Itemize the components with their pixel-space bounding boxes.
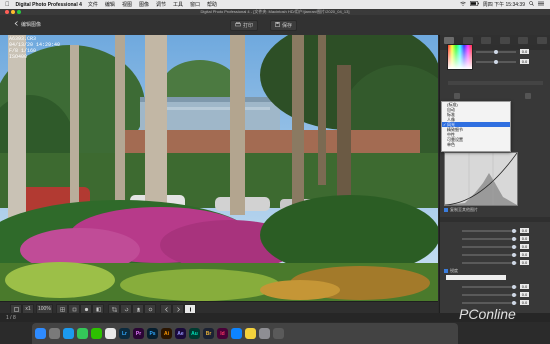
minimize-window-button[interactable] (11, 10, 15, 14)
shadow-value[interactable]: 0.0 (520, 252, 529, 257)
save-label: 保存 (282, 23, 293, 29)
sharpness-mode-select[interactable] (446, 275, 506, 280)
battery-icon[interactable] (469, 1, 479, 8)
tab-lens[interactable] (518, 36, 529, 44)
brightness-slider[interactable] (462, 229, 517, 233)
sharpness-value[interactable]: 0.0 (520, 284, 529, 289)
close-window-button[interactable] (5, 10, 9, 14)
pconline-watermark: PConline (459, 306, 516, 322)
tab-detail[interactable] (499, 36, 510, 44)
saturation-slider-top[interactable] (476, 60, 516, 64)
audition-icon[interactable]: Au (189, 328, 200, 339)
illustrator-icon[interactable]: Ai (161, 328, 172, 339)
color-tone-value[interactable]: 0.0 (520, 260, 529, 265)
print-label: 打印 (243, 23, 254, 29)
saturation-value-top[interactable]: 0.0 (520, 59, 529, 64)
menu-adjust[interactable]: 调节 (156, 1, 166, 8)
tab-color[interactable] (481, 36, 492, 44)
edit-image-button[interactable]: 编辑图像 (14, 21, 41, 28)
section-header-detail[interactable] (440, 217, 550, 222)
tone-left-icon[interactable] (454, 93, 460, 99)
photos-icon[interactable] (245, 328, 256, 339)
wechat-icon[interactable] (91, 328, 102, 339)
photo-image (0, 35, 438, 301)
fineness-slider[interactable] (462, 293, 517, 297)
menu-image[interactable]: 图像 (139, 1, 149, 8)
app-menu[interactable]: Digital Photo Professional 4 (16, 2, 82, 8)
menu-file[interactable]: 文件 (88, 1, 98, 8)
messages-icon[interactable] (77, 328, 88, 339)
style-option-monochrome[interactable]: 单色 (442, 142, 510, 147)
menu-bar:  Digital Photo Professional 4 文件 编辑 视图 … (0, 0, 550, 9)
shadow-slider[interactable] (462, 253, 517, 257)
menu-help[interactable]: 帮助 (207, 1, 217, 8)
app-store-icon[interactable] (231, 328, 242, 339)
safari-icon[interactable] (63, 328, 74, 339)
threshold-value[interactable]: 0.0 (520, 300, 529, 305)
indesign-icon[interactable]: Id (217, 328, 228, 339)
photoshop-icon[interactable]: Ps (147, 328, 158, 339)
picture-style-dropdown[interactable]: (标准) 自动 标准 人像 风光 精致细节 中性 可靠设置 单色 (441, 101, 511, 152)
save-button[interactable]: 保存 (270, 20, 298, 31)
color-wheel[interactable] (447, 44, 473, 70)
lightroom-icon[interactable]: Lr (119, 328, 130, 339)
main-toolbar: 编辑图像 打印 保存 (0, 15, 550, 36)
tab-crop[interactable] (536, 36, 547, 44)
hue-slider[interactable] (476, 50, 516, 54)
photo-info-overlay: A6393.CR3 04/13/20 14:29:40 F/8 1/160 IS… (9, 36, 60, 60)
print-button[interactable]: 打印 (230, 20, 259, 31)
chrome-icon[interactable] (105, 328, 116, 339)
contrast-value[interactable]: 0.0 (520, 236, 529, 241)
edit-image-label: 编辑图像 (21, 22, 42, 28)
image-viewer[interactable]: A6393.CR3 04/13/20 14:29:40 F/8 1/160 IS… (0, 35, 438, 301)
printer-icon (235, 22, 241, 29)
back-arrow-icon (14, 21, 19, 28)
histogram-graph (444, 152, 518, 206)
menu-view[interactable]: 视图 (122, 1, 132, 8)
contrast-slider[interactable] (462, 237, 517, 241)
trash-icon[interactable] (273, 328, 284, 339)
apple-menu-icon[interactable]:  (5, 2, 10, 8)
dock: Lr Pr Ps Ai Ae Au Br Id (32, 323, 458, 344)
highlight-slider[interactable] (462, 245, 517, 249)
apply-label: 复制至其他图片 (450, 207, 478, 212)
tone-adjust-row (448, 81, 543, 85)
sharpness-slider[interactable] (462, 285, 517, 289)
wifi-icon[interactable] (460, 1, 466, 8)
menu-tools[interactable]: 工具 (173, 1, 183, 8)
fineness-value[interactable]: 0.0 (520, 292, 529, 297)
zoom-window-button[interactable] (17, 10, 21, 14)
save-icon (275, 22, 280, 29)
photo-iso: ISO400 (9, 54, 28, 60)
tab-tone[interactable] (462, 36, 473, 44)
image-count: 1 / 8 (6, 315, 16, 321)
hue-value[interactable]: 0.0 (520, 49, 529, 54)
menu-window[interactable]: 窗口 (190, 1, 200, 8)
bridge-icon[interactable]: Br (203, 328, 214, 339)
search-icon[interactable] (529, 1, 534, 8)
after-effects-icon[interactable]: Ae (175, 328, 186, 339)
sharpness-label: 锐度 (450, 268, 458, 273)
tone-right-icon[interactable] (525, 93, 531, 99)
highlight-value[interactable]: 0.0 (520, 244, 529, 249)
color-tone-slider[interactable] (462, 261, 517, 265)
menubar-datetime[interactable]: 周四 下午 15:34:39 (483, 1, 525, 8)
tab-basic[interactable] (444, 36, 455, 44)
finder-icon[interactable] (35, 328, 46, 339)
sharpness-checkbox[interactable] (444, 269, 448, 273)
apply-checkbox[interactable] (444, 208, 448, 212)
tone-curve-histogram[interactable] (444, 152, 518, 206)
control-center-icon[interactable] (538, 1, 544, 8)
launchpad-icon[interactable] (49, 328, 60, 339)
threshold-slider[interactable] (462, 301, 517, 305)
premiere-icon[interactable]: Pr (133, 328, 144, 339)
menu-edit[interactable]: 编辑 (105, 1, 115, 8)
system-preferences-icon[interactable] (259, 328, 270, 339)
brightness-value[interactable]: 0.0 (520, 228, 529, 233)
